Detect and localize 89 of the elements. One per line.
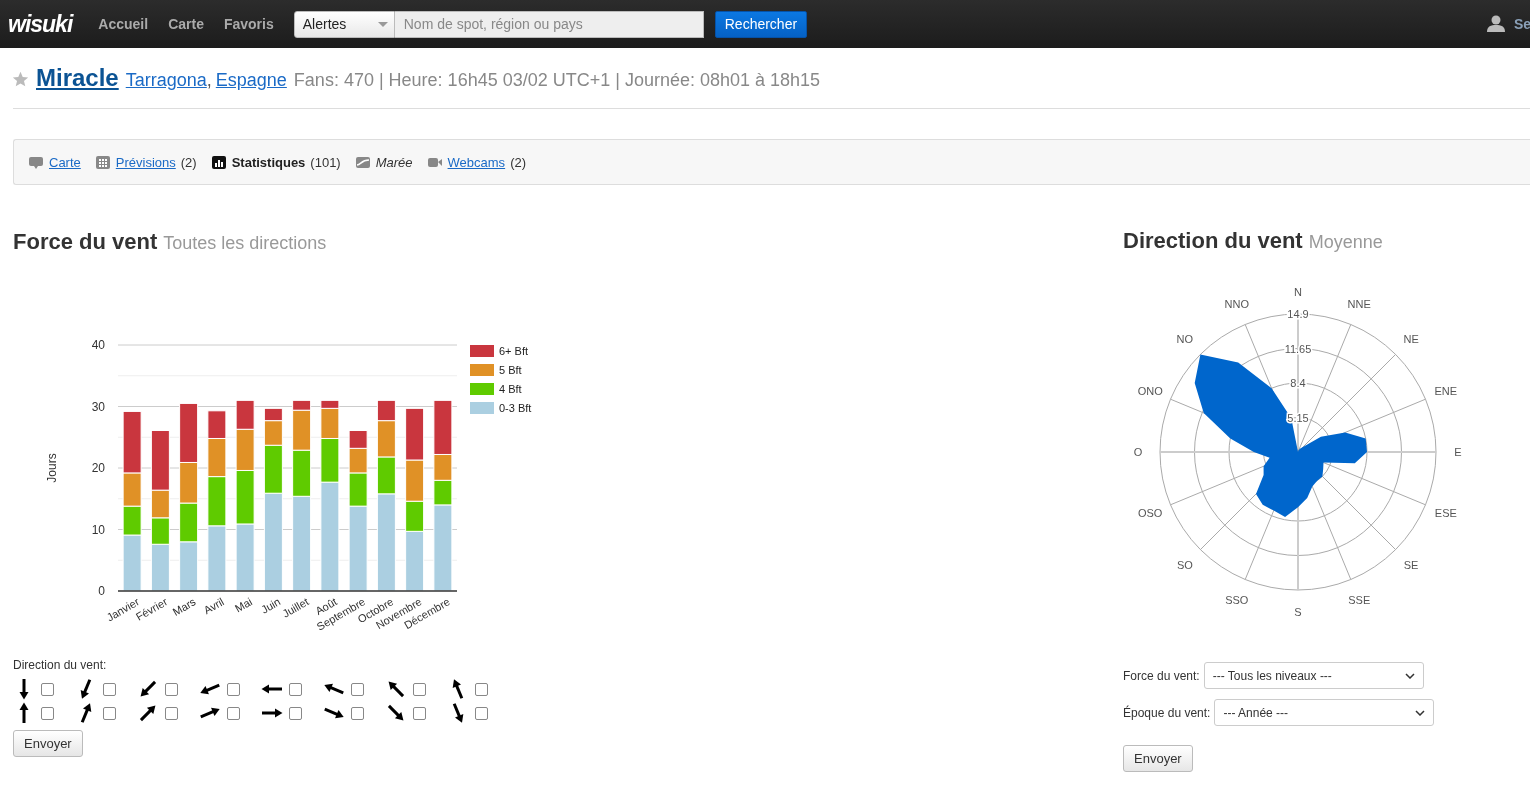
user-icon[interactable] (1487, 15, 1505, 32)
tab-count: (2) (510, 154, 526, 170)
section-subtitle: Moyenne (1308, 232, 1383, 253)
direction-label: NE (1403, 332, 1419, 345)
dropdown[interactable]: --- Tous les niveaux --- (1203, 662, 1424, 689)
logo[interactable]: wisuki (8, 10, 73, 38)
axis-label: 40 (91, 338, 105, 352)
tab[interactable]: Prévisions (115, 154, 176, 170)
legend-label: 0-3 Bft (499, 402, 532, 414)
checkbox[interactable] (41, 682, 54, 696)
tab-label: Marée (375, 154, 413, 170)
ring-label: 14.9 (1287, 308, 1309, 320)
checkbox[interactable] (103, 706, 116, 720)
axis-label: Juin (258, 595, 283, 616)
axis-label: Avril (201, 595, 226, 617)
country-link[interactable]: Espagne (215, 70, 287, 91)
direction-label: NO (1176, 332, 1194, 345)
axis-label: 0 (98, 584, 105, 598)
direction-label: ONO (1137, 384, 1163, 397)
bar-chart-icon (210, 154, 227, 170)
legend-label: 5 Bft (499, 364, 522, 376)
chevron-down-icon (1404, 672, 1415, 679)
nav-link[interactable]: Accueil (98, 16, 149, 32)
checkbox[interactable] (351, 706, 364, 720)
field-label: Force du vent: (1123, 668, 1200, 683)
checkbox[interactable] (165, 682, 178, 696)
axis-label: Mars (170, 595, 198, 618)
tab[interactable]: Webcams (447, 154, 506, 170)
checkbox[interactable] (289, 706, 302, 720)
checkbox[interactable] (227, 706, 240, 720)
field-label: Direction du vent: (13, 658, 108, 672)
dropdown[interactable]: --- Année --- (1214, 699, 1435, 726)
section-title: Force du vent (13, 229, 158, 255)
ring-label: 11.65 (1284, 342, 1312, 355)
tab[interactable]: Statistiques (231, 154, 306, 170)
checkbox[interactable] (103, 682, 116, 696)
search-button[interactable]: Rechercher (714, 10, 808, 38)
direction-label: O (1133, 446, 1143, 458)
checkbox[interactable] (413, 706, 426, 720)
checkbox[interactable] (475, 706, 488, 720)
tab[interactable]: Carte (49, 154, 81, 170)
checkbox[interactable] (289, 682, 302, 696)
axis-label: Mai (232, 595, 255, 615)
axis-label: 30 (91, 399, 105, 414)
search-field[interactable]: Nom de spot, région ou pays (394, 10, 704, 38)
submit-button[interactable]: Envoyer (1123, 745, 1193, 772)
nav-link[interactable]: Carte (168, 16, 204, 32)
user-link[interactable]: Se (1514, 15, 1530, 32)
ring-label: 8.4 (1290, 377, 1306, 389)
wave-icon (354, 154, 371, 170)
grid-icon (94, 154, 111, 170)
checkbox[interactable] (475, 682, 488, 696)
checkbox[interactable] (227, 682, 240, 696)
region-link[interactable]: Tarragona (125, 70, 207, 91)
field-label: Époque du vent: (1123, 705, 1211, 720)
direction-label: NNE (1347, 298, 1371, 311)
star-icon[interactable] (12, 70, 29, 88)
tab-count: (2) (180, 154, 197, 170)
axis-label: 20 (91, 461, 105, 475)
tab-count: (101) (310, 154, 341, 170)
alert-select[interactable]: Alertes (293, 10, 395, 38)
direction-label: OSO (1137, 507, 1163, 520)
legend-label: 4 Bft (499, 383, 522, 395)
chevron-down-icon (1415, 709, 1426, 716)
axis-label: 10 (91, 522, 105, 537)
nav-link[interactable]: Favoris (223, 16, 274, 32)
section-subtitle: Toutes les directions (163, 233, 327, 254)
direction-label: ESE (1434, 507, 1457, 520)
separator-text: , (206, 70, 212, 91)
submit-button[interactable]: Envoyer (13, 730, 83, 757)
direction-label: E (1454, 446, 1462, 458)
direction-label: S (1294, 606, 1302, 618)
section-title: Direction du vent (1123, 228, 1303, 254)
speech-bubble-icon (28, 154, 44, 170)
checkbox[interactable] (413, 682, 426, 696)
direction-label: ENE (1434, 384, 1458, 397)
direction-label: SE (1403, 559, 1419, 572)
direction-label: SSE (1348, 593, 1371, 606)
spot-name-link[interactable]: Miracle (36, 64, 119, 92)
direction-label: N (1294, 286, 1302, 298)
checkbox[interactable] (41, 706, 54, 720)
checkbox[interactable] (165, 706, 178, 720)
direction-label: NNO (1224, 298, 1249, 311)
axis-title: Jours (45, 453, 59, 483)
legend-label: 6+ Bft (499, 345, 529, 357)
spot-info: Fans: 470 | Heure: 16h45 03/02 UTC+1 | Journée: 08h01 à 18h15 (293, 70, 821, 91)
direction-label: SO (1176, 559, 1193, 572)
checkbox[interactable] (351, 682, 364, 696)
direction-label: SSO (1225, 593, 1249, 606)
